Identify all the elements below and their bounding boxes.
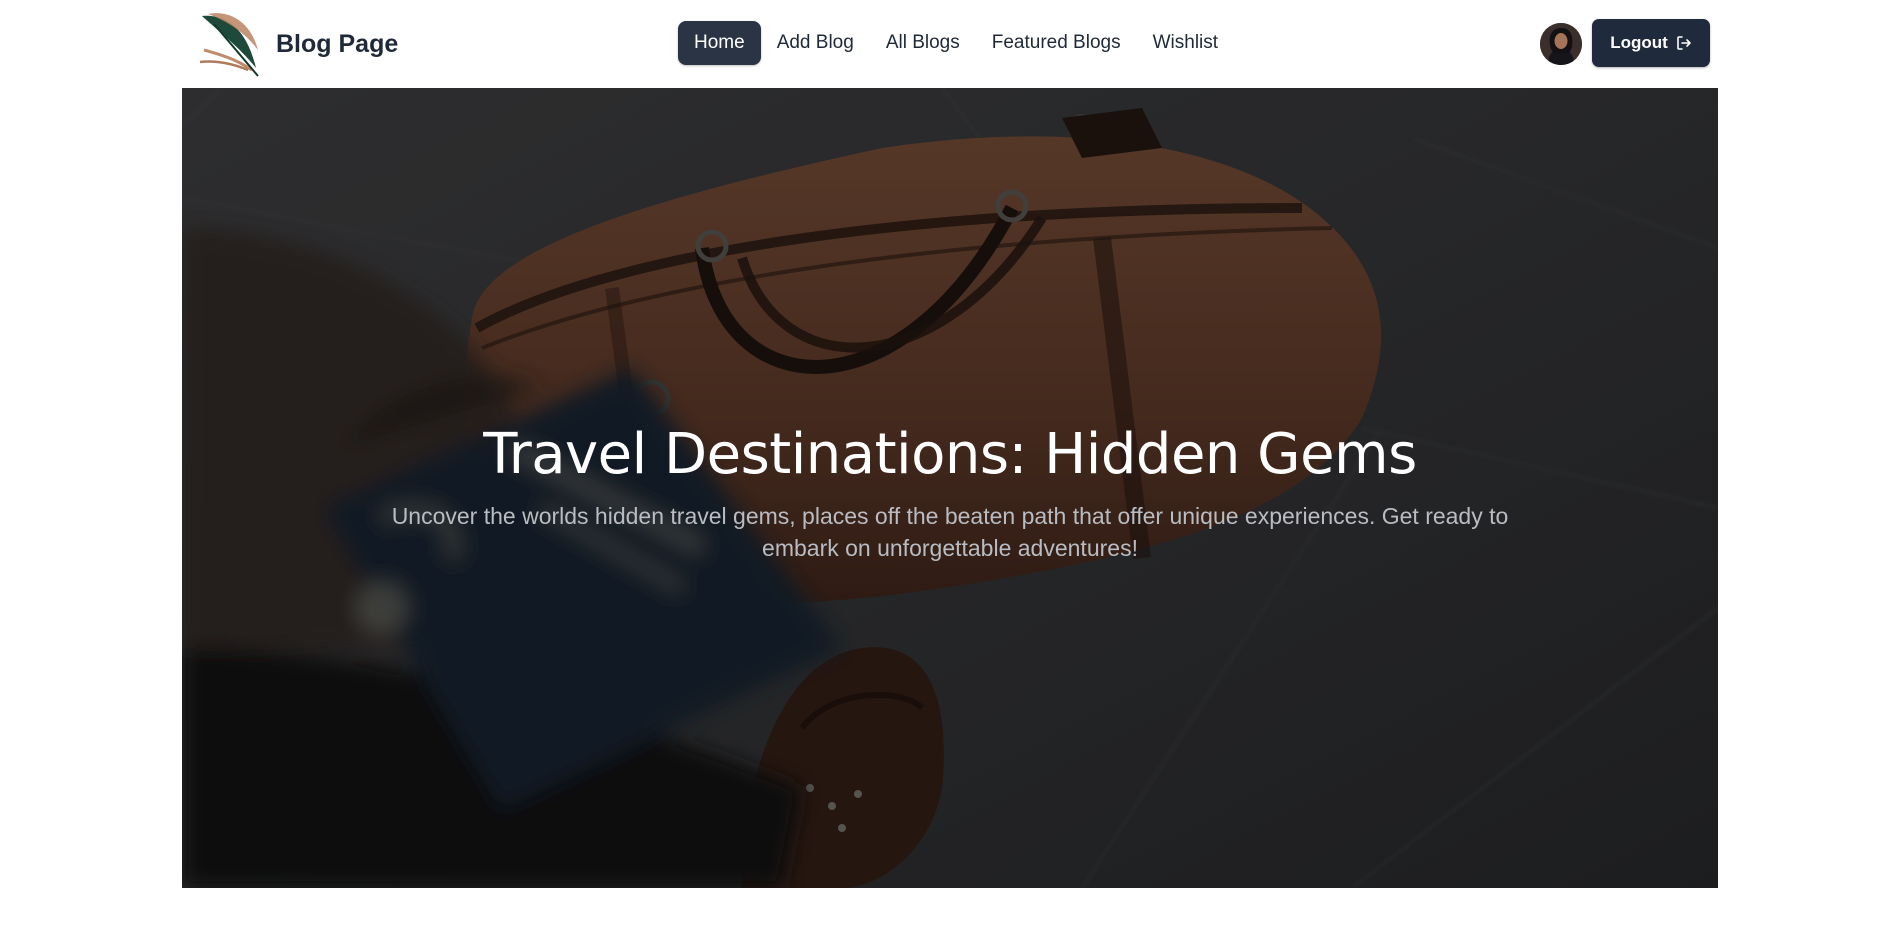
hero-banner: Travel Destinations: Hidden Gems Uncover…	[182, 88, 1718, 888]
logout-arrow-icon	[1676, 36, 1691, 50]
main-nav: Home Add Blog All Blogs Featured Blogs W…	[678, 21, 1234, 65]
nav-wishlist[interactable]: Wishlist	[1137, 21, 1234, 65]
hero-title: Travel Destinations: Hidden Gems	[483, 422, 1417, 487]
brand-title: Blog Page	[276, 29, 399, 58]
page: Blog Page Home Add Blog All Blogs Featur…	[0, 0, 1902, 949]
brand-link[interactable]: Blog Page	[194, 10, 398, 78]
quill-feather-icon	[199, 13, 259, 77]
logout-button[interactable]: Logout	[1592, 19, 1710, 67]
hero-content: Travel Destinations: Hidden Gems Uncover…	[182, 418, 1718, 564]
navbar: Blog Page Home Add Blog All Blogs Featur…	[182, 0, 1718, 88]
hero-subtitle: Uncover the worlds hidden travel gems, p…	[391, 503, 1509, 561]
nav-home[interactable]: Home	[678, 21, 761, 65]
user-avatar[interactable]	[1540, 23, 1582, 65]
nav-featured-blogs[interactable]: Featured Blogs	[976, 21, 1137, 65]
nav-all-blogs[interactable]: All Blogs	[870, 21, 976, 65]
user-avatar-icon	[1540, 23, 1582, 65]
nav-add-blog[interactable]: Add Blog	[761, 21, 870, 65]
logout-label: Logout	[1610, 33, 1668, 52]
